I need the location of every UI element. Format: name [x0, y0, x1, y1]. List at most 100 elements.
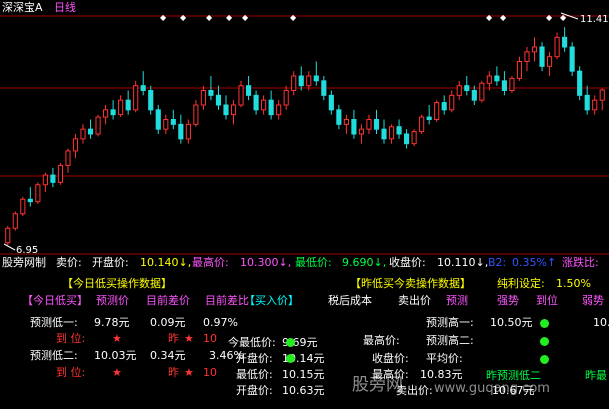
candle-body	[208, 90, 214, 96]
candle-body	[539, 46, 545, 67]
open-label: 开盘价:	[92, 256, 129, 269]
low1-gap: 0.09元	[150, 316, 186, 329]
low2-price: 10.03元	[94, 349, 137, 362]
high2-label: 预测高二:	[426, 334, 474, 347]
low1-label: 预测低一:	[30, 316, 78, 329]
open-price2-value: 10.63元	[282, 384, 325, 397]
low1-yesterday-label: 昨	[168, 332, 179, 345]
b2-value: 0.35%↑	[512, 256, 557, 269]
candle-body	[599, 89, 605, 101]
high-price-value: 10.83元	[420, 368, 463, 381]
candle-body	[261, 99, 267, 111]
high2-status-dot	[540, 337, 549, 346]
candle-body	[584, 94, 590, 111]
high-marker-label: 11.41	[580, 14, 609, 25]
candle-body	[178, 123, 184, 140]
candle-body	[501, 80, 507, 92]
col-predict-price: 预测价	[96, 294, 129, 307]
candle-body	[95, 116, 101, 135]
candle-body	[163, 119, 169, 130]
star-marker: ◆	[160, 13, 167, 22]
col-gap-pct: 目前差比	[205, 294, 249, 307]
candle-body	[562, 36, 568, 48]
candle-body	[238, 85, 244, 106]
candle-body	[313, 75, 319, 82]
app-name: 深深宝A	[2, 1, 43, 14]
candle-body	[42, 174, 48, 186]
candle-body	[148, 90, 154, 111]
candle-body	[215, 94, 222, 106]
candle-group	[5, 27, 605, 246]
candle-body	[471, 90, 477, 101]
low-value: 9.690↓,	[342, 256, 387, 269]
candle-body	[554, 36, 560, 58]
col-buy-price: 【买入价】	[244, 294, 299, 307]
close-value: 10.110↓,	[437, 256, 489, 269]
star-marker: ◆	[226, 13, 233, 22]
col-sell-price: 卖出价	[398, 294, 431, 307]
candle-body	[328, 94, 334, 111]
low-marker-arrow	[3, 243, 16, 251]
today-low-title: 【今日低买操作数据】	[62, 277, 172, 290]
candle-body	[12, 213, 18, 229]
high1-status-dot	[540, 319, 549, 328]
star-marker: ◆	[546, 13, 553, 22]
high1-value: 10.50元	[490, 316, 533, 329]
candle-body	[170, 119, 176, 125]
candle-body	[366, 119, 372, 130]
low1-yesterday-value: 10	[203, 332, 217, 345]
candle-body	[426, 116, 432, 121]
candle-body	[381, 128, 387, 140]
candle-body	[441, 102, 447, 111]
close-price-label: 收盘价:	[372, 352, 409, 365]
low1-yesterday-star: ★	[184, 332, 194, 345]
candle-body	[373, 119, 380, 130]
candle-body	[283, 90, 289, 106]
low2-reach-star: ★	[112, 366, 122, 379]
candle-body	[546, 56, 553, 67]
candle-body	[35, 184, 41, 203]
candle-body	[494, 75, 500, 82]
candle-body	[276, 104, 282, 116]
low-price-label: 最低价:	[236, 368, 273, 381]
low2-label: 预测低二:	[30, 349, 78, 362]
star-marker: ◆	[500, 13, 507, 22]
candle-body	[245, 85, 252, 96]
high-value: 10.300↓,	[240, 256, 292, 269]
low2-yesterday-value: 10	[203, 366, 217, 379]
candle-body	[569, 46, 575, 72]
today-low-price-label: 今最低价:	[228, 336, 276, 349]
low-label: 最低价:	[295, 256, 332, 269]
candle-body	[200, 90, 206, 106]
candle-body	[253, 94, 259, 111]
candle-body	[321, 80, 327, 96]
candle-body	[456, 85, 462, 96]
low2-gap: 0.34元	[150, 349, 186, 362]
candle-body	[404, 133, 410, 145]
col-cost: 税后成本	[328, 294, 372, 307]
col-predict-cut: 预测	[446, 294, 468, 307]
low2-yesterday-star: ★	[184, 366, 194, 379]
candle-body	[434, 102, 440, 121]
candle-body	[486, 75, 492, 84]
candle-body	[388, 126, 395, 140]
yesterday-low-title: 【昨低买今卖操作数据】	[350, 277, 471, 290]
high1-label: 预测高一:	[426, 316, 474, 329]
period-label[interactable]: 日线	[54, 1, 76, 14]
candle-body	[298, 75, 304, 87]
yesterday-low-label: 昨最	[585, 369, 607, 382]
col-weak: 弱势	[582, 294, 604, 307]
candle-body	[336, 109, 342, 125]
low-marker-label: 6.95	[16, 245, 38, 255]
candle-body	[50, 174, 56, 183]
candle-body	[87, 128, 94, 135]
col-strong: 强势	[497, 294, 519, 307]
star-marker: ◆	[486, 13, 493, 22]
candle-body	[396, 126, 402, 135]
candle-body	[351, 119, 357, 135]
candle-body	[185, 123, 191, 140]
watermark-logo: 股旁网	[352, 375, 403, 395]
low2-yesterday-label: 昨	[168, 366, 179, 379]
candle-body	[230, 104, 237, 116]
candle-body	[57, 164, 64, 183]
